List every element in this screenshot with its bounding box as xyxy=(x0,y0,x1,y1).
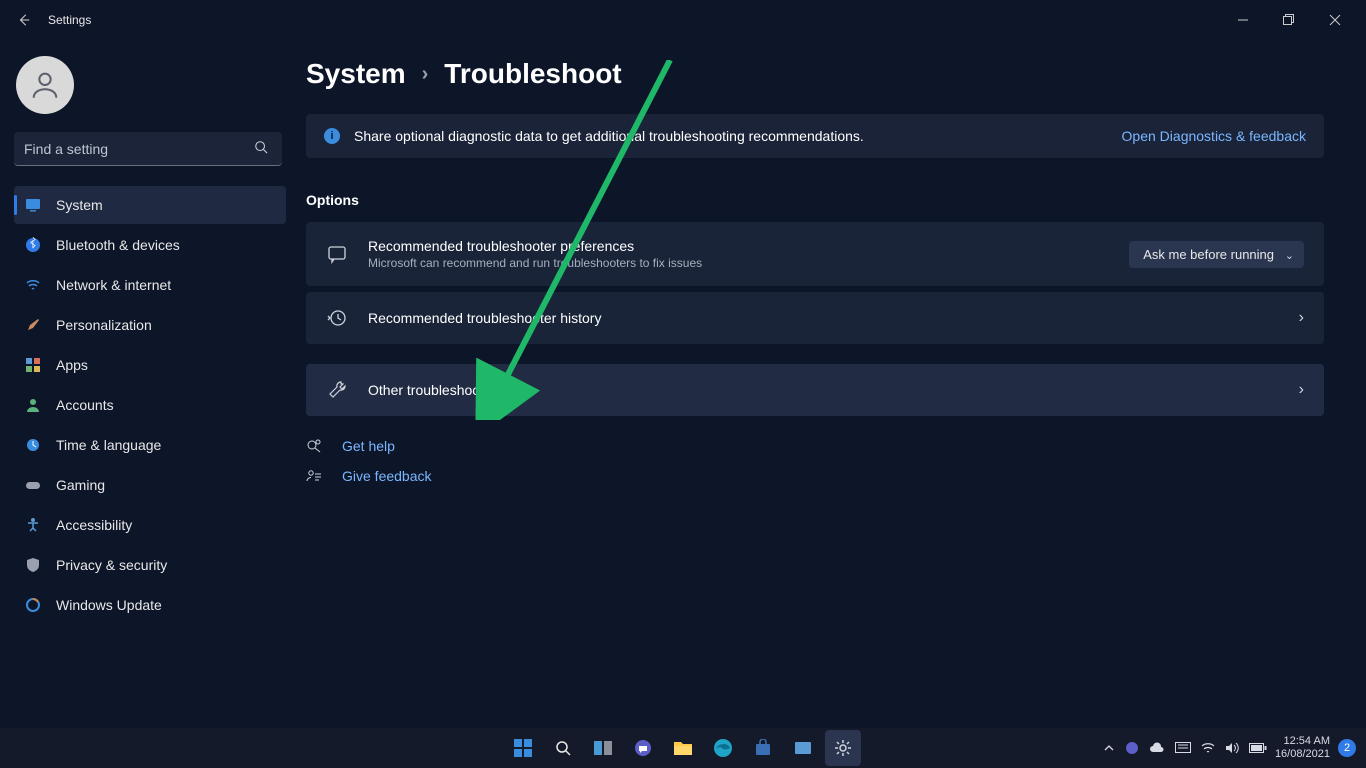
open-diagnostics-link[interactable]: Open Diagnostics & feedback xyxy=(1122,128,1306,144)
taskbar-search[interactable] xyxy=(545,730,581,766)
help-icon xyxy=(306,438,324,454)
bluetooth-icon xyxy=(24,236,42,254)
card-title: Recommended troubleshooter history xyxy=(368,310,1279,326)
sidebar-item-label: Accessibility xyxy=(56,517,132,533)
sidebar-item-system[interactable]: System xyxy=(14,186,286,224)
notification-badge[interactable]: 2 xyxy=(1338,739,1356,757)
sidebar-item-accessibility[interactable]: Accessibility xyxy=(14,506,286,544)
chevron-right-icon: › xyxy=(422,63,429,86)
taskbar-settings[interactable] xyxy=(825,730,861,766)
wrench-icon xyxy=(326,380,348,400)
sidebar-item-label: Accounts xyxy=(56,397,114,413)
get-help-link[interactable]: Get help xyxy=(342,438,395,454)
feedback-icon xyxy=(306,468,324,484)
search-box[interactable] xyxy=(14,132,286,166)
tray-chevron-icon[interactable] xyxy=(1103,742,1115,754)
apps-icon xyxy=(24,356,42,374)
tray-battery-icon[interactable] xyxy=(1249,743,1267,753)
section-title: Options xyxy=(306,192,1324,208)
prefs-dropdown[interactable]: Ask me before running ⌄ xyxy=(1129,241,1304,268)
help-links: Get help Give feedback xyxy=(306,438,1324,484)
tray-wifi-icon[interactable] xyxy=(1201,742,1215,754)
sidebar-item-label: Apps xyxy=(56,357,88,373)
breadcrumb: System › Troubleshoot xyxy=(306,58,1324,90)
card-title: Recommended troubleshooter preferences xyxy=(368,238,1109,254)
chevron-down-icon: ⌄ xyxy=(1285,249,1294,262)
breadcrumb-parent[interactable]: System xyxy=(306,58,406,90)
taskbar-taskview[interactable] xyxy=(585,730,621,766)
sidebar-item-accounts[interactable]: Accounts xyxy=(14,386,286,424)
sidebar-item-label: Time & language xyxy=(56,437,161,453)
avatar[interactable] xyxy=(16,56,74,114)
card-title: Other troubleshooters xyxy=(368,382,1279,398)
banner-text: Share optional diagnostic data to get ad… xyxy=(354,128,864,144)
taskbar-edge[interactable] xyxy=(705,730,741,766)
clock-time: 12:54 AM xyxy=(1275,735,1330,748)
sidebar-item-label: Gaming xyxy=(56,477,105,493)
page-title: Troubleshoot xyxy=(444,58,621,90)
info-banner: i Share optional diagnostic data to get … xyxy=(306,114,1324,158)
titlebar: Settings xyxy=(0,0,1366,40)
sidebar-item-bluetooth[interactable]: Bluetooth & devices xyxy=(14,226,286,264)
display-icon xyxy=(24,196,42,214)
sidebar-item-label: Privacy & security xyxy=(56,557,167,573)
sidebar-item-windows-update[interactable]: Windows Update xyxy=(14,586,286,624)
give-feedback-link[interactable]: Give feedback xyxy=(342,468,432,484)
close-button[interactable] xyxy=(1312,4,1358,36)
taskbar-clock[interactable]: 12:54 AM 16/08/2021 xyxy=(1275,735,1330,761)
tray-onedrive-icon[interactable] xyxy=(1149,742,1165,754)
card-subtitle: Microsoft can recommend and run troubles… xyxy=(368,256,1109,270)
main-content: System › Troubleshoot i Share optional d… xyxy=(300,40,1366,728)
taskbar-tray: 12:54 AM 16/08/2021 2 xyxy=(1103,735,1366,761)
person-icon xyxy=(24,396,42,414)
card-troubleshooter-history[interactable]: Recommended troubleshooter history › xyxy=(306,292,1324,344)
taskbar-explorer[interactable] xyxy=(665,730,701,766)
dropdown-value: Ask me before running xyxy=(1143,247,1274,262)
sidebar-item-network[interactable]: Network & internet xyxy=(14,266,286,304)
sidebar-item-gaming[interactable]: Gaming xyxy=(14,466,286,504)
search-input[interactable] xyxy=(14,132,282,166)
update-icon xyxy=(24,596,42,614)
sidebar-item-label: Personalization xyxy=(56,317,152,333)
sidebar-item-personalization[interactable]: Personalization xyxy=(14,306,286,344)
wifi-icon xyxy=(24,276,42,294)
tray-volume-icon[interactable] xyxy=(1225,742,1239,754)
minimize-button[interactable] xyxy=(1220,4,1266,36)
sidebar-item-apps[interactable]: Apps xyxy=(14,346,286,384)
window-title: Settings xyxy=(48,13,91,27)
sidebar-item-privacy[interactable]: Privacy & security xyxy=(14,546,286,584)
card-other-troubleshooters[interactable]: Other troubleshooters › xyxy=(306,364,1324,416)
tray-teams-icon[interactable] xyxy=(1125,741,1139,755)
nav-list: System Bluetooth & devices Network & int… xyxy=(14,186,286,624)
history-icon xyxy=(326,308,348,328)
sidebar-item-label: Windows Update xyxy=(56,597,162,613)
info-icon: i xyxy=(324,128,340,144)
shield-icon xyxy=(24,556,42,574)
gamepad-icon xyxy=(24,476,42,494)
sidebar-item-label: System xyxy=(56,197,103,213)
maximize-button[interactable] xyxy=(1266,4,1312,36)
sidebar: System Bluetooth & devices Network & int… xyxy=(0,40,300,728)
taskbar-chat[interactable] xyxy=(625,730,661,766)
taskbar-center xyxy=(505,730,861,766)
taskbar-store[interactable] xyxy=(745,730,781,766)
brush-icon xyxy=(24,316,42,334)
accessibility-icon xyxy=(24,516,42,534)
chevron-right-icon: › xyxy=(1299,381,1304,399)
sidebar-item-label: Network & internet xyxy=(56,277,171,293)
taskbar-app-generic[interactable] xyxy=(785,730,821,766)
clock-icon xyxy=(24,436,42,454)
tray-keyboard-icon[interactable] xyxy=(1175,742,1191,754)
chevron-right-icon: › xyxy=(1299,309,1304,327)
card-troubleshooter-prefs: Recommended troubleshooter preferences M… xyxy=(306,222,1324,286)
taskbar: 12:54 AM 16/08/2021 2 xyxy=(0,728,1366,768)
chat-icon xyxy=(326,244,348,264)
sidebar-item-time-language[interactable]: Time & language xyxy=(14,426,286,464)
sidebar-item-label: Bluetooth & devices xyxy=(56,237,180,253)
clock-date: 16/08/2021 xyxy=(1275,748,1330,761)
start-button[interactable] xyxy=(505,730,541,766)
search-icon xyxy=(254,140,268,154)
back-button[interactable] xyxy=(8,4,40,36)
